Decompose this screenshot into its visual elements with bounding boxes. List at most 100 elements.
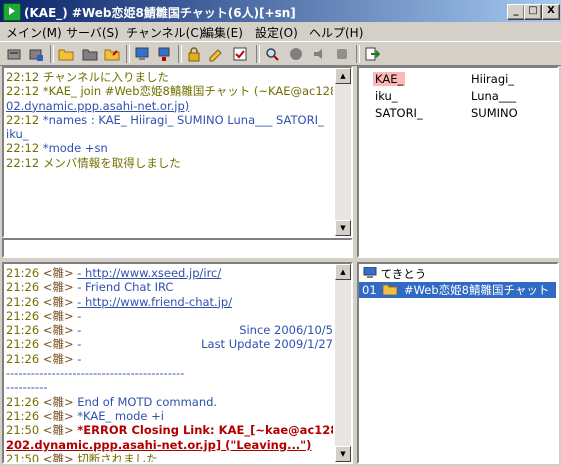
toolbar-separator — [126, 45, 130, 63]
log-text: *names : KAE_ Hiiragi_ SUMINO Luna___ SA… — [42, 112, 324, 127]
log-line: 21:26 <雛> - — [6, 309, 333, 323]
folder-icon[interactable] — [58, 46, 74, 62]
user-item[interactable]: KAE_ — [373, 72, 406, 86]
log-line: 21:26 <雛> - — [6, 352, 333, 366]
stop-icon[interactable] — [334, 46, 350, 62]
tree-channel-item[interactable]: 01 #Web恋姫8鯖雛国チャット — [359, 282, 556, 298]
speaker-icon[interactable] — [312, 46, 328, 62]
server-log-pane: 21:26 <雛> - http://www.xseed.jp/irc/21:2… — [2, 262, 353, 464]
log-text[interactable]: 02.dynamic.ppp.asahi-net.or.jp) — [6, 99, 189, 113]
log-nick: <雛> — [42, 394, 74, 409]
menu-edit[interactable]: 編集(E) — [202, 24, 243, 41]
server-log-scrollbar[interactable]: ▲ ▼ — [335, 264, 351, 462]
log-text[interactable]: 202.dynamic.ppp.asahi-net.or.jp] ("Leavi… — [6, 438, 311, 452]
log-nick: <雛> — [42, 423, 74, 438]
checklist-icon[interactable] — [232, 46, 248, 62]
log-text: チャンネルに入りました — [42, 70, 169, 84]
log-line: 21:26 <雛> - Since 2006/10/5 — [6, 323, 333, 337]
menu-main[interactable]: メイン(M) — [6, 24, 62, 41]
menu-help[interactable]: ヘルプ(H) — [309, 24, 363, 41]
user-list: KAE_ Hiiragi_ iku_ Luna___ SATORI_ SUMIN… — [357, 66, 559, 258]
log-line: 21:26 <雛> - Last Update 2009/1/27 — [6, 337, 333, 351]
log-nick: <雛> — [42, 337, 74, 352]
log-line: 21:26 <雛> *KAE_ mode +i — [6, 409, 333, 423]
monitor-icon[interactable] — [156, 46, 172, 62]
log-time: 21:50 — [6, 451, 40, 462]
log-nick: <雛> — [42, 280, 74, 295]
log-text: - Friend Chat IRC — [77, 280, 174, 295]
edit-icon[interactable] — [208, 46, 224, 62]
log-text: - — [77, 323, 82, 338]
folder-closed-icon[interactable] — [82, 46, 98, 62]
log-time: 21:26 — [6, 337, 40, 352]
toolbar-separator — [256, 45, 260, 63]
channel-log-scrollbar[interactable]: ▲ ▼ — [335, 68, 351, 236]
log-time: 22:12 — [6, 141, 40, 156]
log-nick: <雛> — [42, 408, 74, 423]
user-item[interactable]: Hiiragi_ — [471, 72, 514, 86]
log-line: 22:12 メンバ情報を取得しました — [6, 156, 333, 170]
minimize-button[interactable]: _ — [507, 4, 525, 20]
toolbar-separator — [178, 45, 182, 63]
log-time: 21:26 — [6, 394, 40, 409]
server-log: 21:26 <雛> - http://www.xseed.jp/irc/21:2… — [6, 266, 333, 462]
log-time: 22:12 — [6, 84, 40, 99]
scroll-up-button[interactable]: ▲ — [335, 264, 351, 280]
log-line: 22:12 *KAE_ join #Web恋姫8鯖雛国チャット (~KAE@ac… — [6, 84, 333, 98]
log-line: ----------------------------------------… — [6, 366, 333, 380]
log-line: 202.dynamic.ppp.asahi-net.or.jp] ("Leavi… — [6, 438, 333, 452]
log-nick: <雛> — [42, 351, 74, 366]
log-time: 21:26 — [6, 323, 40, 338]
channel-log: 22:12 チャンネルに入りました 22:12 *KAE_ join #Web恋姫… — [6, 70, 333, 236]
log-line: 21:50 <雛> 切断されました — [6, 452, 333, 462]
log-line: ---------- — [6, 380, 333, 394]
scroll-down-button[interactable]: ▼ — [335, 446, 351, 462]
log-line: 02.dynamic.ppp.asahi-net.or.jp) — [6, 99, 333, 113]
brush-icon[interactable] — [288, 46, 304, 62]
log-text: iku_ — [6, 127, 29, 142]
user-item[interactable]: Luna___ — [471, 89, 516, 103]
log-time: 21:50 — [6, 423, 40, 438]
scroll-up-button[interactable]: ▲ — [335, 68, 351, 84]
user-item[interactable]: SUMINO — [471, 106, 518, 120]
log-text: ----------------------------------------… — [6, 366, 185, 381]
log-nick: <雛> — [42, 266, 74, 280]
server-disconnect-icon[interactable] — [28, 46, 44, 62]
close-button[interactable]: X — [542, 4, 560, 20]
log-line: 22:12 チャンネルに入りました — [6, 70, 333, 84]
log-time: 21:26 — [6, 308, 40, 323]
log-nick: <雛> — [42, 308, 74, 323]
log-time: 21:26 — [6, 408, 40, 423]
log-line: 21:50 <雛> *ERROR Closing Link: KAE_[~kae… — [6, 423, 333, 437]
computer-icon[interactable] — [134, 46, 150, 62]
channel-name: #Web恋姫8鯖雛国チャット — [403, 283, 550, 297]
scroll-down-button[interactable]: ▼ — [335, 220, 351, 236]
log-line: 21:26 <雛> End of MOTD command. — [6, 395, 333, 409]
computer-icon — [363, 266, 377, 278]
log-text[interactable]: - http://www.friend-chat.jp/ — [77, 295, 232, 309]
log-text: - — [77, 308, 82, 323]
menu-server[interactable]: サーバ(S) — [66, 24, 119, 41]
channel-join-icon[interactable] — [104, 46, 120, 62]
log-text[interactable]: - http://www.xseed.jp/irc/ — [77, 266, 221, 280]
tree-root[interactable]: てきとう — [363, 266, 426, 282]
log-time: 22:12 — [6, 155, 40, 170]
exit-icon[interactable] — [364, 46, 380, 62]
server-connect-icon[interactable] — [6, 46, 22, 62]
user-item[interactable]: SATORI_ — [375, 106, 423, 120]
log-time: 21:26 — [6, 351, 40, 366]
log-text: メンバ情報を取得しました — [42, 155, 181, 170]
message-input[interactable] — [4, 240, 351, 256]
menu-channel[interactable]: チャンネル(C) — [126, 24, 203, 41]
menu-settings[interactable]: 設定(O) — [255, 24, 298, 41]
log-line: iku_ — [6, 127, 333, 141]
log-text: End of MOTD command. — [77, 394, 218, 409]
log-text-right: Last Update 2009/1/27 — [201, 337, 333, 352]
menu-bar: メイン(M) サーバ(S) チャンネル(C) 編集(E) 設定(O) ヘルプ(H… — [0, 22, 561, 41]
channel-index: 01 — [362, 283, 377, 297]
log-time: 22:12 — [6, 70, 40, 84]
user-item[interactable]: iku_ — [375, 89, 398, 103]
maximize-button[interactable]: □ — [524, 4, 542, 20]
lock-icon[interactable] — [186, 46, 202, 62]
search-icon[interactable] — [264, 46, 280, 62]
